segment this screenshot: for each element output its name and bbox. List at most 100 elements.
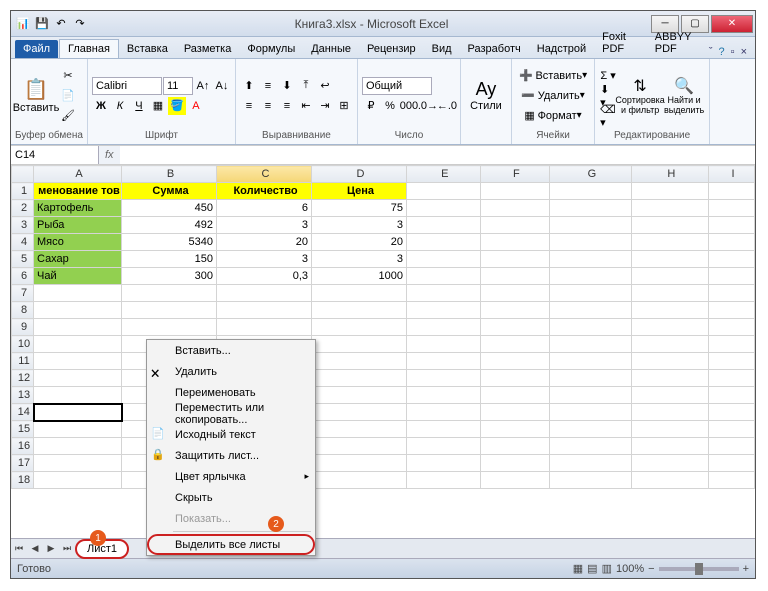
cell-B3[interactable]: 492	[122, 217, 217, 234]
cell-A6[interactable]: Чай	[34, 268, 122, 285]
number-format-select[interactable]: Общий	[362, 77, 432, 95]
cell-A9[interactable]	[34, 319, 122, 336]
tab-insert[interactable]: Вставка	[119, 40, 176, 58]
cell-C3[interactable]: 3	[217, 217, 312, 234]
close-workbook-icon[interactable]: ×	[741, 46, 747, 58]
sheet-nav-prev[interactable]: ◀	[27, 541, 43, 557]
col-header-I[interactable]: I	[709, 166, 755, 183]
align-bottom-icon[interactable]: ⬇	[278, 77, 296, 95]
decrease-font-icon[interactable]: A↓	[213, 77, 231, 95]
tab-formulas[interactable]: Формулы	[239, 40, 303, 58]
zoom-out-button[interactable]: −	[648, 563, 654, 575]
cell-D5[interactable]: 3	[312, 251, 407, 268]
tab-foxit[interactable]: Foxit PDF	[594, 28, 647, 58]
row-header-7[interactable]: 7	[12, 285, 34, 302]
cell-B5[interactable]: 150	[122, 251, 217, 268]
decrease-indent-icon[interactable]: ⇤	[297, 97, 315, 115]
cell-A11[interactable]	[34, 353, 122, 370]
formula-input[interactable]	[120, 146, 755, 164]
cell-C1[interactable]: Количество	[217, 183, 312, 200]
merge-icon[interactable]: ⊞	[335, 97, 353, 115]
view-layout-icon[interactable]: ▤	[587, 562, 597, 575]
cell-A3[interactable]: Рыба	[34, 217, 122, 234]
cell-D6[interactable]: 1000	[312, 268, 407, 285]
col-header-B[interactable]: B	[122, 166, 217, 183]
cell-A15[interactable]	[34, 421, 122, 438]
col-header-A[interactable]: A	[34, 166, 122, 183]
help-icon[interactable]: ?	[719, 46, 725, 58]
ctx-select-all-sheets[interactable]: Выделить все листы	[147, 534, 315, 555]
insert-cells-button[interactable]: ➕ Вставить ▾	[516, 67, 590, 85]
tab-dev[interactable]: Разработч	[460, 40, 529, 58]
font-size-select[interactable]: 11	[163, 77, 193, 95]
ctx-source[interactable]: 📄Исходный текст	[147, 424, 315, 445]
ctx-protect[interactable]: 🔒Защитить лист...	[147, 445, 315, 466]
view-break-icon[interactable]: ▥	[602, 562, 612, 575]
redo-icon[interactable]: ↷	[72, 16, 88, 32]
tab-layout[interactable]: Разметка	[176, 40, 240, 58]
align-right-icon[interactable]: ≡	[278, 97, 296, 115]
zoom-thumb[interactable]	[695, 563, 703, 575]
sheet-nav-next[interactable]: ▶	[43, 541, 59, 557]
zoom-in-button[interactable]: +	[743, 563, 749, 575]
col-header-H[interactable]: H	[631, 166, 709, 183]
tab-home[interactable]: Главная	[59, 39, 119, 58]
cell-B1[interactable]: Сумма	[122, 183, 217, 200]
zoom-slider[interactable]	[659, 567, 739, 571]
cell-A8[interactable]	[34, 302, 122, 319]
align-left-icon[interactable]: ≡	[240, 97, 258, 115]
fill-color-icon[interactable]: 🪣	[168, 97, 186, 115]
bold-button[interactable]: Ж	[92, 97, 110, 115]
font-color-icon[interactable]: A	[187, 97, 205, 115]
tab-view[interactable]: Вид	[424, 40, 460, 58]
increase-indent-icon[interactable]: ⇥	[316, 97, 334, 115]
cell-D3[interactable]: 3	[312, 217, 407, 234]
orientation-icon[interactable]: ⤒	[297, 77, 315, 95]
cell-A18[interactable]	[34, 472, 122, 489]
tab-review[interactable]: Рецензир	[359, 40, 424, 58]
undo-icon[interactable]: ↶	[53, 16, 69, 32]
increase-decimal-icon[interactable]: .0→	[419, 97, 437, 115]
cell-A10[interactable]	[34, 336, 122, 353]
view-normal-icon[interactable]: ▦	[573, 562, 583, 575]
restore-icon[interactable]: ▫	[731, 46, 735, 58]
ctx-insert[interactable]: Вставить...	[147, 340, 315, 361]
currency-icon[interactable]: ₽	[362, 97, 380, 115]
cut-icon[interactable]: ✂	[59, 67, 77, 85]
cell-A4[interactable]: Мясо	[34, 234, 122, 251]
font-name-select[interactable]: Calibri	[92, 77, 162, 95]
cell-A13[interactable]	[34, 387, 122, 404]
row-header-13[interactable]: 13	[12, 387, 34, 404]
paste-button[interactable]: 📋 Вставить	[15, 67, 57, 125]
find-select-button[interactable]: 🔍 Найти и выделить	[663, 67, 705, 125]
col-header-G[interactable]: G	[550, 166, 631, 183]
styles-button[interactable]: Ay Стили	[465, 67, 507, 125]
wrap-text-icon[interactable]: ↩	[316, 77, 334, 95]
ctx-rename[interactable]: Переименовать	[147, 382, 315, 403]
name-box[interactable]: C14	[11, 146, 99, 164]
row-header-14[interactable]: 14	[12, 404, 34, 421]
format-painter-icon[interactable]: 🖌	[59, 107, 77, 125]
sheet-nav-last[interactable]: ⏭	[59, 541, 75, 557]
cell-D4[interactable]: 20	[312, 234, 407, 251]
row-header-11[interactable]: 11	[12, 353, 34, 370]
tab-addins[interactable]: Надстрой	[529, 40, 594, 58]
spreadsheet-grid[interactable]: ABCDEFGHI1 менование тов Сумма Количеств…	[11, 165, 755, 538]
row-header-17[interactable]: 17	[12, 455, 34, 472]
row-header-8[interactable]: 8	[12, 302, 34, 319]
delete-cells-button[interactable]: ➖ Удалить ▾	[516, 87, 590, 105]
fx-icon[interactable]: fx	[99, 149, 120, 161]
zoom-level[interactable]: 100%	[616, 563, 644, 575]
cell-A2[interactable]: Картофель	[34, 200, 122, 217]
cell-C4[interactable]: 20	[217, 234, 312, 251]
cell-A1[interactable]: менование тов	[34, 183, 122, 200]
cell-A16[interactable]	[34, 438, 122, 455]
row-header-3[interactable]: 3	[12, 217, 34, 234]
col-header-C[interactable]: C	[217, 166, 312, 183]
row-header-12[interactable]: 12	[12, 370, 34, 387]
tab-data[interactable]: Данные	[303, 40, 359, 58]
border-icon[interactable]: ▦	[149, 97, 167, 115]
cell-B4[interactable]: 5340	[122, 234, 217, 251]
cell-C2[interactable]: 6	[217, 200, 312, 217]
minimize-ribbon-icon[interactable]: ˇ	[709, 46, 713, 58]
